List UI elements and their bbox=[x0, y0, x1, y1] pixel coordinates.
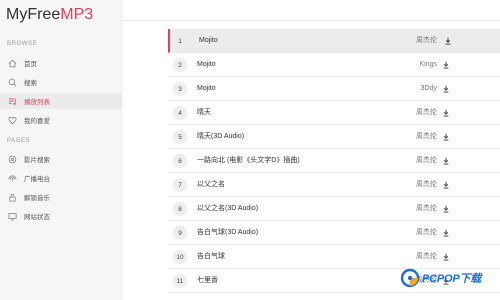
track-title: Mojito bbox=[199, 37, 218, 44]
sidebar-item-favorites[interactable]: 我的喜爱 bbox=[0, 112, 121, 128]
monitor-icon bbox=[6, 210, 18, 222]
browse-section-title: BROWSE bbox=[7, 41, 38, 47]
sidebar-item-unlock-music[interactable]: 解锁音乐 bbox=[0, 189, 121, 205]
track-title: 告白气球 bbox=[197, 253, 225, 260]
search-icon bbox=[6, 76, 18, 88]
track-title: Mojito bbox=[197, 61, 216, 68]
track-number: 5 bbox=[173, 130, 187, 144]
track-artist: 周杰伦 bbox=[416, 157, 437, 164]
track-row[interactable]: 6 一路向北 (电影《头文字D》插曲) 周杰伦 bbox=[168, 149, 500, 173]
sidebar-item-playlist[interactable]: 播放列表 bbox=[0, 93, 121, 109]
download-icon[interactable] bbox=[441, 108, 451, 118]
track-number: 1 bbox=[178, 37, 182, 45]
track-title: 晴天(3D Audio) bbox=[197, 133, 245, 140]
sidebar: MyFreeMP3 BROWSE 首页 搜索 播放列表 我的喜爱 PAGES 影… bbox=[0, 0, 122, 300]
radio-icon bbox=[6, 172, 18, 184]
track-title: 以父之名 bbox=[197, 181, 225, 188]
track-number: 3 bbox=[173, 82, 187, 96]
track-artist: 周杰伦 bbox=[416, 109, 437, 116]
download-icon[interactable] bbox=[441, 180, 451, 190]
track-row[interactable]: 3 Mojito 3Ddy bbox=[168, 77, 500, 101]
track-row[interactable]: 4 晴天 周杰伦 bbox=[168, 101, 500, 125]
sidebar-item-label: 播放列表 bbox=[24, 99, 50, 106]
track-number: 2 bbox=[173, 58, 187, 72]
home-icon bbox=[6, 57, 18, 69]
track-title: 七里香 bbox=[197, 277, 218, 284]
track-number: 11 bbox=[173, 274, 187, 288]
track-number: 8 bbox=[173, 202, 187, 216]
sidebar-item-search[interactable]: 搜索 bbox=[0, 74, 121, 90]
track-row[interactable]: 2 Mojito Kings bbox=[168, 53, 500, 77]
sidebar-item-film-search[interactable]: 影片搜索 bbox=[0, 151, 121, 167]
unlock-icon bbox=[6, 191, 18, 203]
sidebar-item-label: 搜索 bbox=[24, 80, 37, 87]
sidebar-item-label: 首页 bbox=[24, 61, 37, 68]
sidebar-item-label: 解锁音乐 bbox=[24, 195, 50, 202]
track-row[interactable]: 7 以父之名 周杰伦 bbox=[168, 173, 500, 197]
track-number: 9 bbox=[173, 226, 187, 240]
logo-text-part2: MP3 bbox=[60, 6, 94, 23]
track-row[interactable]: 9 告白气球(3D Audio) 周杰伦 bbox=[168, 221, 500, 245]
pages-section-title: PAGES bbox=[7, 138, 31, 144]
track-artist: Kings bbox=[419, 61, 437, 68]
sidebar-item-label: 我的喜爱 bbox=[24, 118, 50, 125]
sidebar-item-label: 广播电台 bbox=[24, 176, 50, 183]
track-artist: 周杰伦 bbox=[416, 229, 437, 236]
top-bar bbox=[122, 0, 500, 21]
app-logo[interactable]: MyFreeMP3 bbox=[6, 5, 93, 25]
download-icon[interactable] bbox=[441, 156, 451, 166]
watermark-logo-icon bbox=[400, 268, 420, 288]
track-number: 7 bbox=[173, 178, 187, 192]
track-title: Mojito bbox=[197, 85, 216, 92]
heart-icon bbox=[6, 114, 18, 126]
sidebar-item-home[interactable]: 首页 bbox=[0, 55, 121, 71]
track-row[interactable]: 1 Mojito 周杰伦 bbox=[168, 29, 500, 53]
track-artist: 周杰伦 bbox=[416, 205, 437, 212]
download-icon[interactable] bbox=[441, 204, 451, 214]
track-title: 以父之名(3D Audio) bbox=[197, 205, 259, 212]
download-icon[interactable] bbox=[441, 252, 451, 262]
playlist-icon bbox=[6, 95, 18, 107]
track-row[interactable]: 8 以父之名(3D Audio) 周杰伦 bbox=[168, 197, 500, 221]
track-title: 晴天 bbox=[197, 109, 211, 116]
track-number: 10 bbox=[173, 250, 187, 264]
sidebar-item-label: 影片搜索 bbox=[24, 157, 50, 164]
logo-text-part1: MyFree bbox=[6, 6, 61, 23]
track-number: 4 bbox=[173, 106, 187, 120]
download-icon[interactable] bbox=[443, 36, 453, 46]
app-window: MyFreeMP3 BROWSE 首页 搜索 播放列表 我的喜爱 PAGES 影… bbox=[0, 0, 500, 300]
track-title: 告白气球(3D Audio) bbox=[197, 229, 259, 236]
sidebar-item-label: 网站状态 bbox=[24, 214, 50, 221]
watermark: PCPOP下载 bbox=[400, 266, 498, 290]
track-artist: 周杰伦 bbox=[416, 133, 437, 140]
sidebar-item-radio[interactable]: 广播电台 bbox=[0, 170, 121, 186]
track-list: 1 Mojito 周杰伦 2 Mojito Kings 3 Mojito 3Dd… bbox=[168, 29, 500, 293]
track-number: 6 bbox=[173, 154, 187, 168]
film-search-icon bbox=[6, 153, 18, 165]
watermark-text: PCPOP下载 bbox=[422, 273, 482, 285]
track-artist: 3Ddy bbox=[420, 85, 437, 92]
track-artist: 周杰伦 bbox=[416, 37, 437, 44]
track-title: 一路向北 (电影《头文字D》插曲) bbox=[197, 157, 300, 164]
track-row[interactable]: 5 晴天(3D Audio) 周杰伦 bbox=[168, 125, 500, 149]
sidebar-item-site-status[interactable]: 网站状态 bbox=[0, 208, 121, 224]
download-icon[interactable] bbox=[441, 228, 451, 238]
track-artist: 周杰伦 bbox=[416, 181, 437, 188]
download-icon[interactable] bbox=[441, 132, 451, 142]
download-icon[interactable] bbox=[441, 84, 451, 94]
main-content: 1 Mojito 周杰伦 2 Mojito Kings 3 Mojito 3Dd… bbox=[122, 0, 500, 300]
download-icon[interactable] bbox=[441, 60, 451, 70]
